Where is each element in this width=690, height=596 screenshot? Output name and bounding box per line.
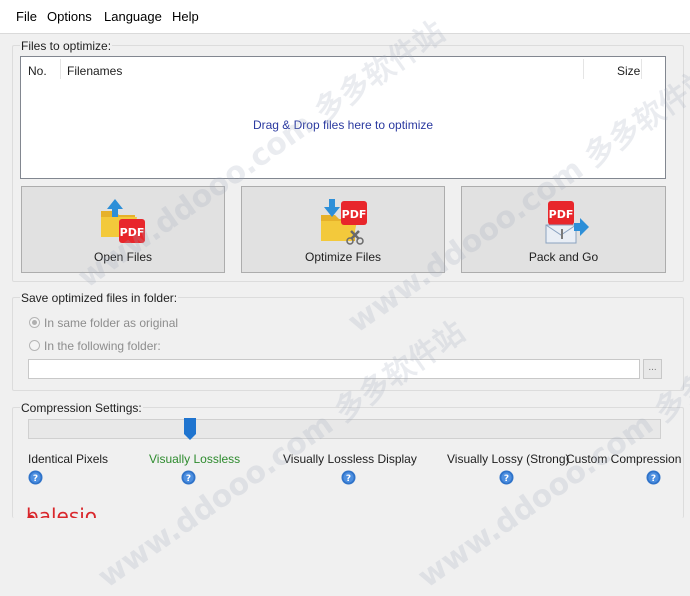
compression-slider-track[interactable]: [28, 419, 661, 439]
compression-slider-thumb[interactable]: [184, 418, 196, 440]
menu-file[interactable]: File: [16, 9, 37, 24]
level-custom-compression[interactable]: Custom Compression: [566, 452, 681, 466]
balesio-logo: balesio: [26, 504, 97, 518]
menu-bar: File Options Language Help: [0, 0, 690, 34]
column-size[interactable]: Size: [617, 64, 640, 78]
svg-text:?: ?: [346, 474, 351, 484]
logo-text: balesio: [26, 504, 97, 518]
svg-text:?: ?: [33, 474, 38, 484]
column-separator[interactable]: [583, 59, 584, 79]
svg-text:?: ?: [651, 474, 656, 484]
folder-path-input[interactable]: [28, 359, 640, 379]
open-files-button[interactable]: PDF Open Files: [21, 186, 225, 273]
column-separator[interactable]: [641, 59, 642, 79]
compression-group-label: Compression Settings:: [20, 401, 143, 415]
help-icon[interactable]: ?: [28, 470, 43, 485]
pack-and-go-button[interactable]: PDF Pack and Go: [461, 186, 666, 273]
svg-text:PDF: PDF: [548, 208, 573, 221]
level-visually-lossless[interactable]: Visually Lossless: [149, 452, 240, 466]
files-group-label: Files to optimize:: [20, 39, 113, 53]
help-icon[interactable]: ?: [341, 470, 356, 485]
open-files-label: Open Files: [93, 250, 153, 264]
column-separator[interactable]: [60, 59, 61, 79]
column-no[interactable]: No.: [28, 64, 47, 78]
optimize-files-label: Optimize Files: [304, 250, 381, 264]
browse-folder-button[interactable]: ...: [643, 359, 662, 379]
optimize-files-icon: PDF: [321, 199, 367, 245]
svg-text:PDF: PDF: [342, 208, 367, 221]
menu-help[interactable]: Help: [172, 9, 199, 24]
svg-text:?: ?: [186, 474, 191, 484]
level-visually-lossless-display[interactable]: Visually Lossless Display: [283, 452, 417, 466]
radio-button[interactable]: [29, 317, 40, 328]
radio-following-folder-label: In the following folder:: [44, 339, 161, 353]
menu-language[interactable]: Language: [104, 9, 162, 24]
optimize-files-button[interactable]: PDF Optimize Files: [241, 186, 445, 273]
help-icon[interactable]: ?: [646, 470, 661, 485]
save-group-label: Save optimized files in folder:: [20, 291, 179, 305]
help-icon[interactable]: ?: [499, 470, 514, 485]
radio-same-folder-label: In same folder as original: [44, 316, 179, 330]
menu-options[interactable]: Options: [47, 9, 92, 24]
open-files-icon: PDF: [101, 199, 145, 243]
help-icon[interactable]: ?: [181, 470, 196, 485]
pack-and-go-label: Pack and Go: [528, 250, 599, 264]
pack-and-go-icon: PDF: [545, 201, 589, 244]
file-list[interactable]: No. Filenames Size Drag & Drop files her…: [20, 56, 666, 179]
level-identical-pixels[interactable]: Identical Pixels: [28, 452, 108, 466]
svg-text:?: ?: [504, 474, 509, 484]
svg-text:PDF: PDF: [120, 226, 145, 239]
column-filenames[interactable]: Filenames: [67, 64, 122, 78]
drop-hint: Drag & Drop files here to optimize: [252, 118, 434, 132]
radio-button[interactable]: [29, 340, 40, 351]
level-visually-lossy-strong[interactable]: Visually Lossy (Strong): [447, 452, 570, 466]
